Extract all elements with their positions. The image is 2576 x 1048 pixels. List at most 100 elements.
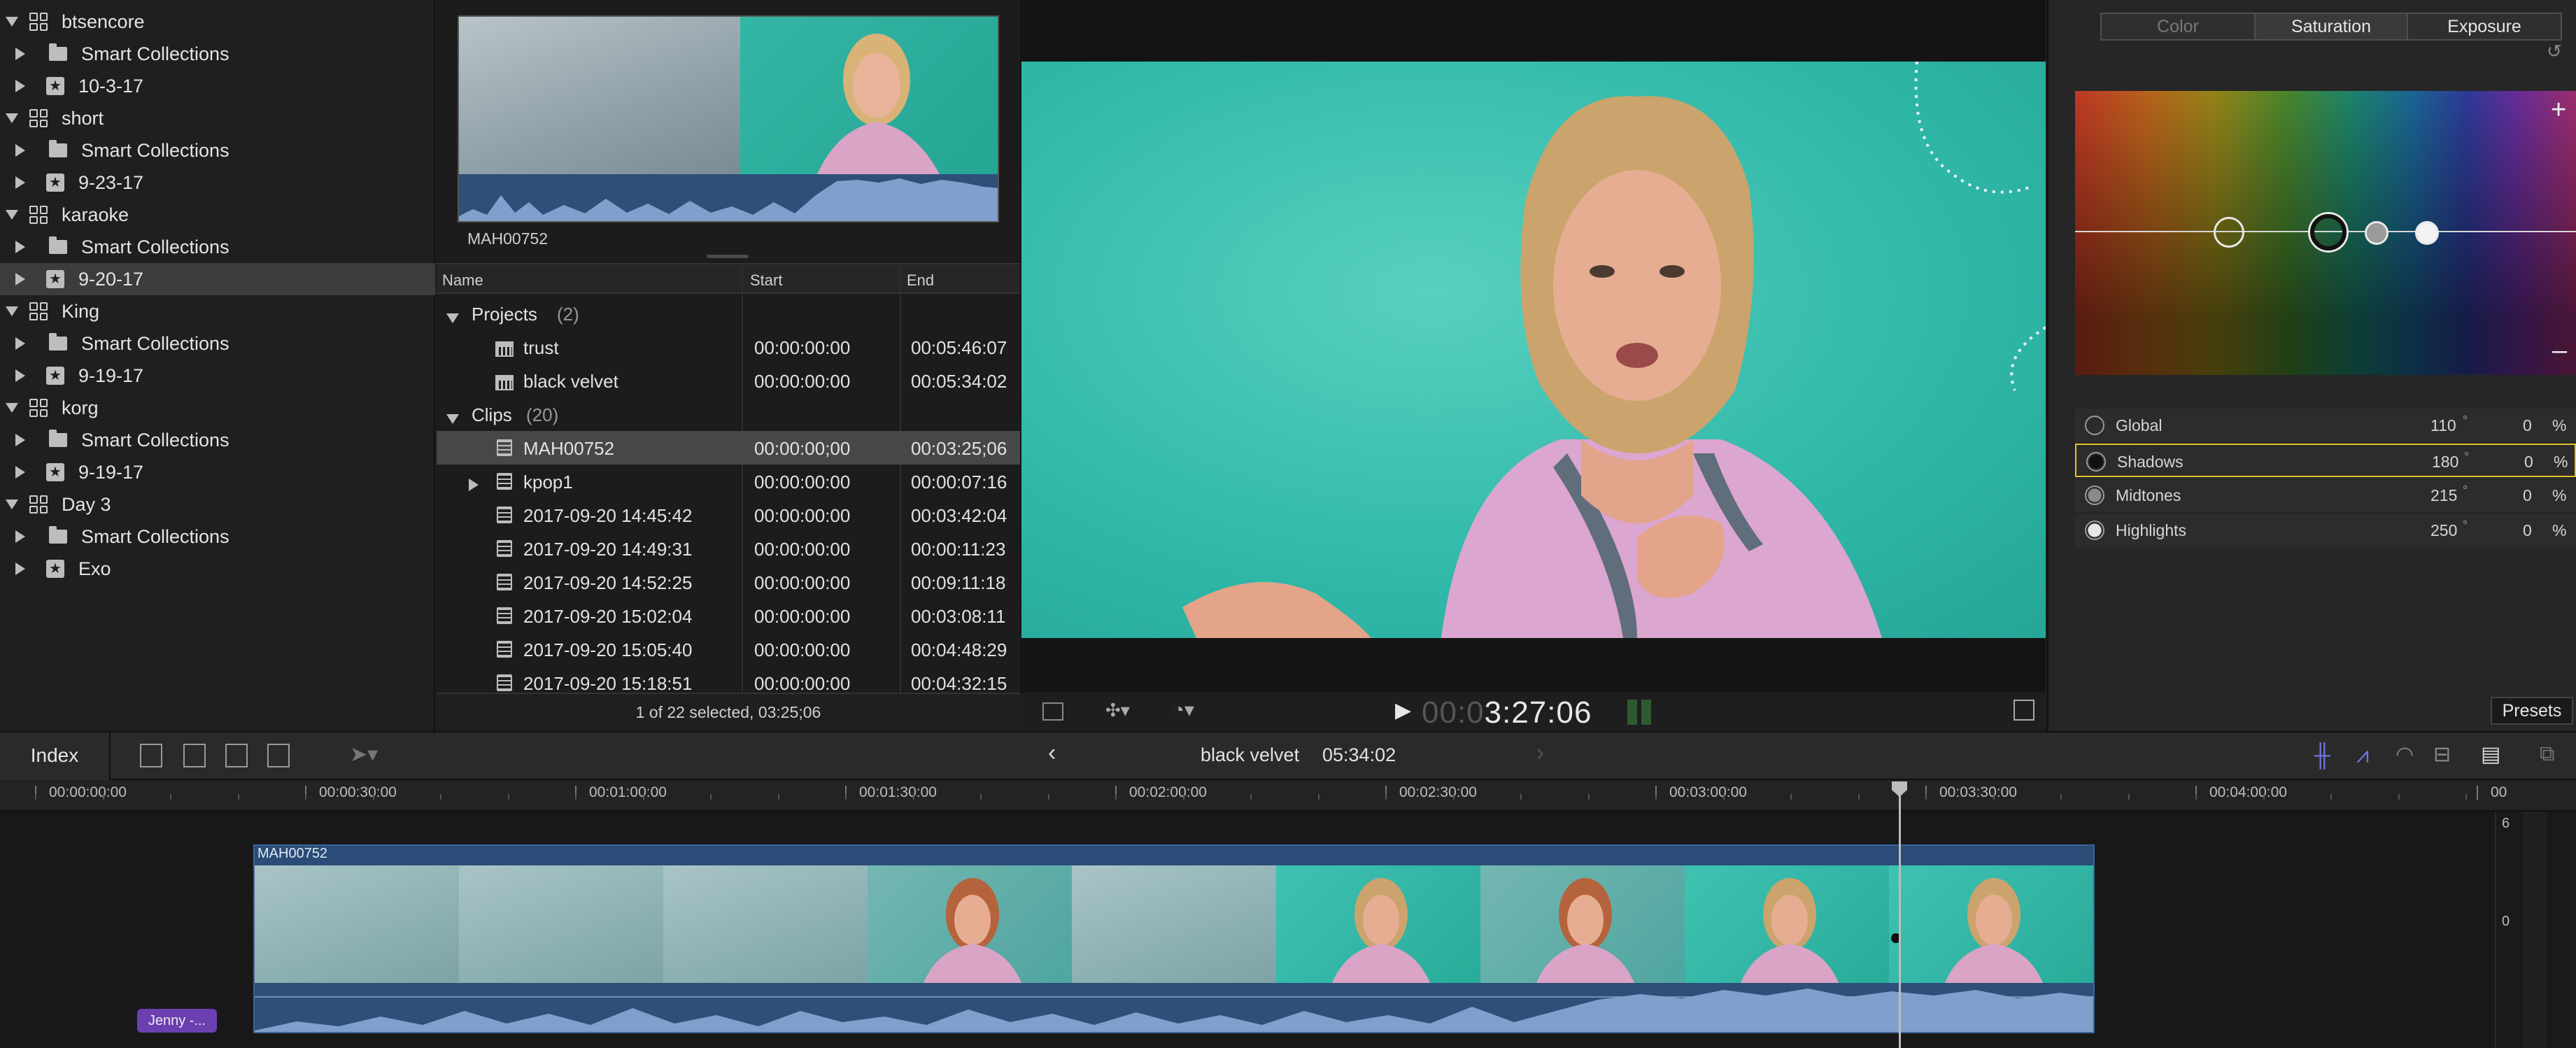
- column-start[interactable]: Start: [750, 271, 782, 290]
- viewer-video[interactable]: [1021, 62, 2046, 638]
- clip-appearance-icon[interactable]: ▤: [2481, 742, 2500, 767]
- library-item[interactable]: Smart Collections: [0, 38, 435, 70]
- speed-retime-icon[interactable]: ◔▾: [1173, 698, 1194, 721]
- global-puck[interactable]: [2214, 217, 2244, 248]
- group-disclosure-icon[interactable]: [446, 306, 459, 328]
- disclosure-open-icon[interactable]: [6, 306, 18, 316]
- library-item[interactable]: Smart Collections: [0, 134, 435, 167]
- control-value[interactable]: 0: [2523, 416, 2532, 435]
- disclosure-closed-icon[interactable]: [469, 474, 479, 496]
- disclosure-closed-icon[interactable]: [15, 530, 25, 543]
- disclosure-open-icon[interactable]: [6, 113, 18, 123]
- control-angle[interactable]: 110: [2430, 416, 2456, 435]
- reset-icon[interactable]: ↺: [2547, 41, 2562, 62]
- forward-arrow-icon[interactable]: ›: [1536, 739, 1544, 767]
- disclosure-closed-icon[interactable]: [15, 80, 25, 92]
- library-item[interactable]: Smart Collections: [0, 231, 435, 263]
- list-item[interactable]: 2017-09-20 15:05:40 00:00:00:00 00:04:48:2…: [437, 632, 1020, 666]
- disclosure-closed-icon[interactable]: [15, 466, 25, 479]
- column-end[interactable]: End: [907, 271, 934, 290]
- control-value[interactable]: 0: [2523, 486, 2532, 505]
- disclosure-open-icon[interactable]: [6, 403, 18, 413]
- list-item[interactable]: 2017-09-20 14:49:31 00:00:00:00 00:00:11:2…: [437, 532, 1020, 565]
- index-button[interactable]: Index: [0, 732, 111, 781]
- library-item[interactable]: Smart Collections: [0, 327, 435, 360]
- audio-skimming-icon[interactable]: ⩘: [2356, 742, 2369, 769]
- play-button[interactable]: ▶: [1395, 698, 1411, 723]
- overwrite-clip-icon[interactable]: [267, 744, 290, 767]
- library-item[interactable]: Smart Collections: [0, 521, 435, 553]
- disclosure-closed-icon[interactable]: [15, 273, 25, 285]
- color-control-row[interactable]: Shadows 180 ° 0%: [2075, 444, 2576, 477]
- append-clip-icon[interactable]: [225, 744, 248, 767]
- presets-button[interactable]: Presets: [2491, 697, 2573, 725]
- playhead[interactable]: [1899, 784, 1901, 1048]
- midtones-puck[interactable]: [2365, 221, 2389, 245]
- library-item[interactable]: ★ Exo: [0, 553, 435, 585]
- tab-color[interactable]: Color: [2100, 13, 2256, 41]
- list-item[interactable]: 2017-09-20 14:52:25 00:00:00:00 00:09:11:1…: [437, 565, 1020, 599]
- viewer-timecode[interactable]: 00:03:27:06: [1422, 695, 1592, 730]
- library-item[interactable]: ★ 10-3-17: [0, 70, 435, 102]
- transform-tools-icon[interactable]: ✣▾: [1105, 700, 1130, 721]
- list-item[interactable]: black velvet 00:00:00:00 00:05:34:02: [437, 364, 1020, 397]
- disclosure-closed-icon[interactable]: [15, 176, 25, 189]
- disclosure-open-icon[interactable]: [6, 17, 18, 27]
- library-item[interactable]: Smart Collections: [0, 424, 435, 456]
- color-board[interactable]: + –: [2075, 91, 2576, 375]
- back-arrow-icon[interactable]: ‹: [1048, 739, 1056, 767]
- snapping-icon[interactable]: ⊟: [2433, 742, 2451, 767]
- skimming-icon[interactable]: ╫: [2314, 742, 2330, 768]
- color-control-row[interactable]: Highlights 250 ° 0%: [2075, 514, 2576, 547]
- control-angle[interactable]: 215: [2430, 486, 2457, 505]
- control-angle[interactable]: 250: [2430, 521, 2457, 540]
- timeline-index-icon[interactable]: ⧉: [2540, 742, 2554, 766]
- list-item[interactable]: 2017-09-20 14:45:42 00:00:00:00 00:03:42:0…: [437, 498, 1020, 532]
- tab-saturation[interactable]: Saturation: [2254, 13, 2408, 41]
- disclosure-closed-icon[interactable]: [15, 369, 25, 382]
- view-options-icon[interactable]: [1042, 702, 1063, 721]
- library-item[interactable]: korg: [0, 392, 435, 424]
- disclosure-closed-icon[interactable]: [15, 562, 25, 575]
- color-control-row[interactable]: Midtones 215 ° 0%: [2075, 479, 2576, 512]
- list-item[interactable]: trust 00:00:00:00 00:05:46:07: [437, 330, 1020, 364]
- disclosure-closed-icon[interactable]: [15, 144, 25, 157]
- solo-icon[interactable]: ◠: [2395, 742, 2414, 767]
- control-value[interactable]: 0: [2524, 453, 2533, 472]
- insert-clip-icon[interactable]: [183, 744, 206, 767]
- library-item[interactable]: ★ 9-23-17: [0, 167, 435, 199]
- library-item[interactable]: karaoke: [0, 199, 435, 231]
- connected-clip[interactable]: Jenny -...: [137, 1009, 217, 1033]
- timeline-clip[interactable]: MAH00752: [253, 844, 2095, 1033]
- group-disclosure-icon[interactable]: [446, 407, 459, 429]
- disclosure-open-icon[interactable]: [6, 210, 18, 220]
- disclosure-closed-icon[interactable]: [15, 337, 25, 350]
- control-value[interactable]: 0: [2523, 521, 2532, 540]
- library-item[interactable]: short: [0, 102, 435, 134]
- disclosure-closed-icon[interactable]: [15, 241, 25, 253]
- select-tool-icon[interactable]: ➤▾: [350, 742, 378, 767]
- filmstrip-thumbnail[interactable]: [458, 15, 999, 222]
- group-row[interactable]: Projects (2): [437, 297, 1020, 330]
- library-item[interactable]: btsencore: [0, 6, 435, 38]
- fullscreen-icon[interactable]: [2014, 700, 2034, 721]
- list-item[interactable]: 2017-09-20 15:02:04 00:00:00:00 00:03:08:1…: [437, 599, 1020, 632]
- list-item[interactable]: kpop1 00:00:00:00 00:00:07:16: [437, 465, 1020, 498]
- library-item[interactable]: ★ 9-20-17: [0, 263, 435, 295]
- library-item[interactable]: ★ 9-19-17: [0, 456, 435, 488]
- disclosure-closed-icon[interactable]: [15, 434, 25, 446]
- resize-handle[interactable]: [707, 255, 749, 258]
- column-name[interactable]: Name: [442, 271, 483, 290]
- shadows-puck[interactable]: [2310, 214, 2347, 250]
- library-item[interactable]: King: [0, 295, 435, 327]
- highlights-puck[interactable]: [2415, 221, 2439, 245]
- library-item[interactable]: ★ 9-19-17: [0, 360, 435, 392]
- tab-exposure[interactable]: Exposure: [2407, 13, 2562, 41]
- disclosure-open-icon[interactable]: [6, 500, 18, 509]
- control-angle[interactable]: 180: [2432, 453, 2458, 472]
- library-item[interactable]: Day 3: [0, 488, 435, 521]
- group-row[interactable]: Clips (20): [437, 397, 1020, 431]
- connect-clip-icon[interactable]: [140, 744, 162, 767]
- list-item[interactable]: MAH00752 00:00:00;00 00:03:25;06: [437, 431, 1020, 465]
- disclosure-closed-icon[interactable]: [15, 48, 25, 60]
